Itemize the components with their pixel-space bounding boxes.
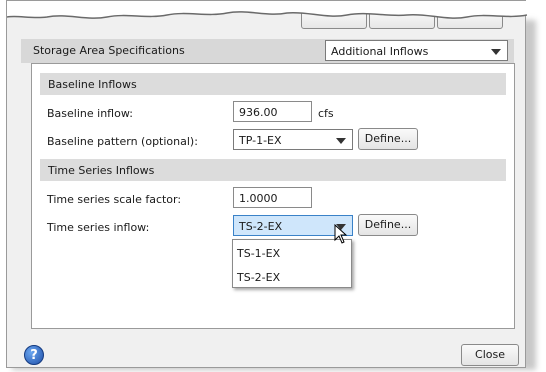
baseline-inflows-title: Baseline Inflows xyxy=(48,78,137,91)
baseline-inflow-value: 936.00 xyxy=(239,106,278,119)
time-series-inflows-header: Time Series Inflows xyxy=(40,159,506,181)
baseline-pattern-label: Baseline pattern (optional): xyxy=(47,135,198,148)
view-select-value: Additional Inflows xyxy=(331,45,429,58)
baseline-inflow-field[interactable]: 936.00 xyxy=(233,101,312,122)
time-series-define-button[interactable]: Define... xyxy=(358,214,418,236)
help-icon[interactable]: ? xyxy=(24,345,44,365)
baseline-define-button[interactable]: Define... xyxy=(358,128,418,150)
baseline-inflow-unit: cfs xyxy=(318,107,334,120)
view-select[interactable]: Additional Inflows xyxy=(325,40,508,61)
close-button[interactable]: Close xyxy=(461,344,519,366)
chevron-down-icon xyxy=(491,49,501,55)
baseline-pattern-value: TP-1-EX xyxy=(239,134,282,147)
scale-factor-value: 1.0000 xyxy=(239,192,278,205)
chevron-down-icon xyxy=(336,138,346,144)
baseline-pattern-select[interactable]: TP-1-EX xyxy=(233,129,353,150)
storage-area-dialog: Storage Area Specifications Additional I… xyxy=(6,0,527,368)
section-title: Storage Area Specifications xyxy=(33,44,185,57)
torn-edge xyxy=(7,1,527,19)
baseline-inflows-header: Baseline Inflows xyxy=(40,73,506,95)
inflows-panel: Baseline Inflows Baseline inflow: 936.00… xyxy=(31,63,515,329)
baseline-inflow-label: Baseline inflow: xyxy=(47,107,133,120)
scale-factor-field[interactable]: 1.0000 xyxy=(233,187,312,208)
time-series-dropdown-list: TS-1-EX TS-2-EX xyxy=(232,239,352,288)
dropdown-option-ts-1-ex[interactable]: TS-1-EX xyxy=(237,247,280,260)
time-series-inflow-label: Time series inflow: xyxy=(47,221,150,234)
scale-factor-label: Time series scale factor: xyxy=(47,193,182,206)
dropdown-option-ts-2-ex[interactable]: TS-2-EX xyxy=(237,271,280,284)
time-series-inflow-value: TS-2-EX xyxy=(239,220,283,233)
mouse-cursor-icon xyxy=(334,224,348,244)
time-series-inflows-title: Time Series Inflows xyxy=(48,164,155,177)
section-header: Storage Area Specifications Additional I… xyxy=(21,39,514,63)
